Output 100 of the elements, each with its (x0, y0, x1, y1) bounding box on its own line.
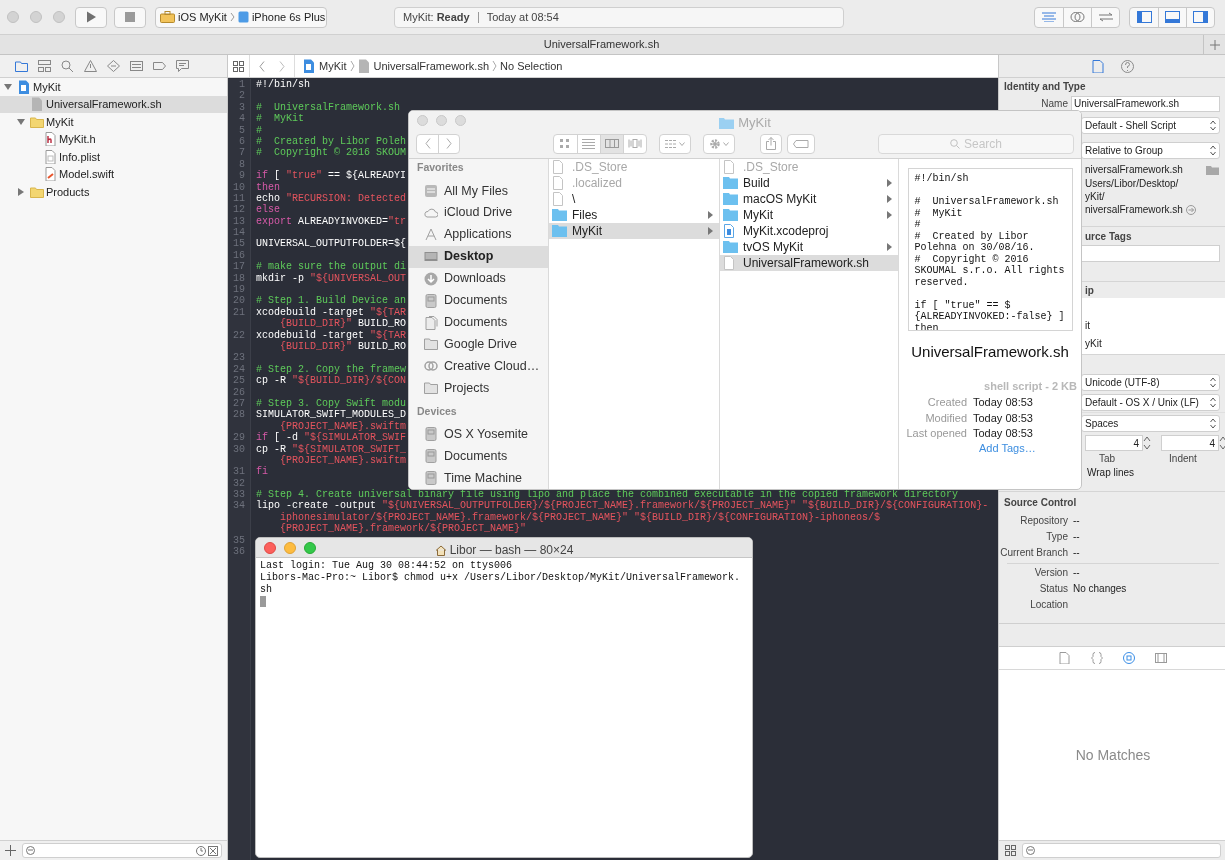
list-icon[interactable] (130, 60, 143, 72)
sidebar-item[interactable]: Documents (409, 289, 548, 312)
forward-icon[interactable] (446, 138, 452, 149)
folder-icon[interactable] (15, 60, 28, 72)
library-tab[interactable] (1091, 652, 1103, 664)
path-item[interactable]: UniversalFramework.sh (357, 57, 490, 75)
file-row[interactable]: tvOS MyKit (720, 239, 898, 255)
overlapping-circles-icon[interactable] (1070, 11, 1085, 23)
bottom-panel-icon[interactable] (1165, 11, 1180, 23)
grid-icon[interactable] (233, 60, 244, 72)
speech-bubble-icon[interactable] (176, 60, 189, 72)
list-view-icon[interactable] (582, 138, 596, 149)
grid-icon[interactable] (1005, 845, 1016, 856)
action-button[interactable] (703, 133, 735, 154)
tags-field[interactable] (1081, 245, 1220, 262)
file-row[interactable]: MyKit.xcodeproj (720, 223, 898, 239)
close-box-icon[interactable] (208, 845, 218, 856)
stop-button[interactable] (114, 6, 146, 28)
sidebar-item[interactable]: All My Files (409, 179, 548, 202)
minimize-light[interactable] (30, 11, 42, 23)
sidebar-item[interactable]: Creative Cloud… (409, 355, 548, 378)
play-icon (86, 11, 96, 23)
sidebar-item[interactable]: iCloud Drive (409, 201, 548, 224)
file-row[interactable]: MyKit (549, 223, 719, 239)
sidebar-item[interactable]: Projects (409, 377, 548, 400)
sidebar-item[interactable]: Desktop (409, 245, 548, 268)
warning-icon[interactable] (84, 60, 97, 72)
close-light[interactable] (7, 11, 19, 23)
add-tags-link[interactable]: Add Tags… (979, 440, 1036, 457)
file-row[interactable]: \ (549, 191, 719, 207)
arrange-button[interactable] (659, 133, 691, 154)
sidebar-item[interactable]: Documents (409, 311, 548, 334)
disclosure-icon[interactable] (4, 82, 12, 91)
disclosure-icon[interactable] (17, 187, 25, 196)
arrow-circle-icon[interactable] (1185, 204, 1196, 215)
diamond-icon[interactable] (107, 60, 120, 72)
library-tab[interactable] (1123, 652, 1135, 664)
filter-field[interactable] (1022, 843, 1221, 858)
left-panel-icon[interactable] (1136, 11, 1152, 23)
encoding-popup[interactable]: Unicode (UTF-8) (1081, 373, 1220, 391)
tree-item[interactable]: MyKit.h (0, 130, 227, 148)
close-light[interactable] (264, 541, 276, 554)
file-row[interactable]: Files (549, 207, 719, 223)
panel-toggle-control[interactable] (1129, 6, 1215, 28)
tree-item[interactable]: Products (0, 183, 227, 201)
clock-icon[interactable] (196, 845, 206, 856)
sidebar-item[interactable]: Google Drive (409, 333, 548, 356)
folder-icon[interactable] (1206, 164, 1219, 175)
file-row[interactable]: Build (720, 175, 898, 191)
file-type-popup[interactable]: Default - Shell Script (1081, 116, 1220, 134)
tag-icon[interactable] (153, 60, 166, 72)
library-tab[interactable] (1155, 652, 1167, 664)
close-light[interactable] (417, 114, 428, 126)
line-endings-popup[interactable]: Default - OS X / Unix (LF) (1081, 393, 1220, 411)
swap-arrows-icon[interactable] (1097, 12, 1114, 22)
file-row[interactable]: macOS MyKit (720, 191, 898, 207)
scheme-selector[interactable]: iOS MyKit iPhone 6s Plus (155, 6, 327, 28)
add-icon[interactable] (5, 845, 16, 856)
location-popup[interactable]: Relative to Group (1081, 141, 1220, 159)
code-line: {PROJECT_NAME}.swiftm (280, 420, 407, 432)
tree-item[interactable]: UniversalFramework.sh (0, 95, 227, 113)
zoom-light[interactable] (304, 541, 316, 554)
inspector-tab[interactable] (1121, 59, 1134, 73)
run-button[interactable] (75, 6, 107, 28)
tag-button[interactable] (787, 133, 815, 154)
hierarchy-icon[interactable] (38, 60, 51, 72)
library-tab[interactable] (1059, 652, 1071, 664)
file-row[interactable]: MyKit (720, 207, 898, 223)
sidebar-item[interactable]: Downloads (409, 267, 548, 290)
share-button[interactable] (760, 133, 782, 154)
disclosure-icon[interactable] (17, 117, 25, 126)
sidebar-item[interactable]: Applications (409, 223, 548, 246)
sidebar-item[interactable]: Time Machine (409, 467, 548, 489)
cover-flow-icon[interactable] (628, 138, 642, 149)
path-item[interactable]: No Selection (500, 57, 563, 75)
search-icon[interactable] (61, 60, 74, 72)
sidebar-item[interactable]: Documents (409, 445, 548, 468)
editor-mode-control[interactable] (1034, 6, 1120, 28)
back-icon[interactable] (259, 60, 265, 72)
file-row[interactable]: UniversalFramework.sh (720, 255, 898, 271)
column-view-icon[interactable] (605, 138, 619, 149)
tree-item[interactable]: Model.swift (0, 165, 227, 183)
back-icon[interactable] (424, 138, 431, 149)
sidebar-item[interactable]: OS X Yosemite (409, 423, 548, 446)
tree-item[interactable]: MyKit (0, 113, 227, 131)
path-item[interactable]: MyKit (303, 57, 347, 75)
zoom-light[interactable] (455, 114, 466, 126)
forward-icon[interactable] (279, 60, 285, 72)
add-tab-icon[interactable] (1209, 39, 1220, 50)
name-field[interactable]: UniversalFramework.sh (1071, 95, 1220, 112)
minimize-light[interactable] (284, 541, 296, 554)
tree-item[interactable]: Info.plist (0, 148, 227, 166)
filter-field[interactable] (22, 843, 222, 858)
tree-item[interactable]: MyKit (0, 78, 227, 96)
indent-popup[interactable]: Spaces (1081, 415, 1220, 432)
zoom-light[interactable] (53, 11, 65, 23)
right-panel-icon[interactable] (1193, 11, 1208, 23)
minimize-light[interactable] (436, 114, 447, 126)
text-lines-icon[interactable] (1042, 12, 1056, 22)
inspector-tab[interactable] (1092, 59, 1105, 73)
